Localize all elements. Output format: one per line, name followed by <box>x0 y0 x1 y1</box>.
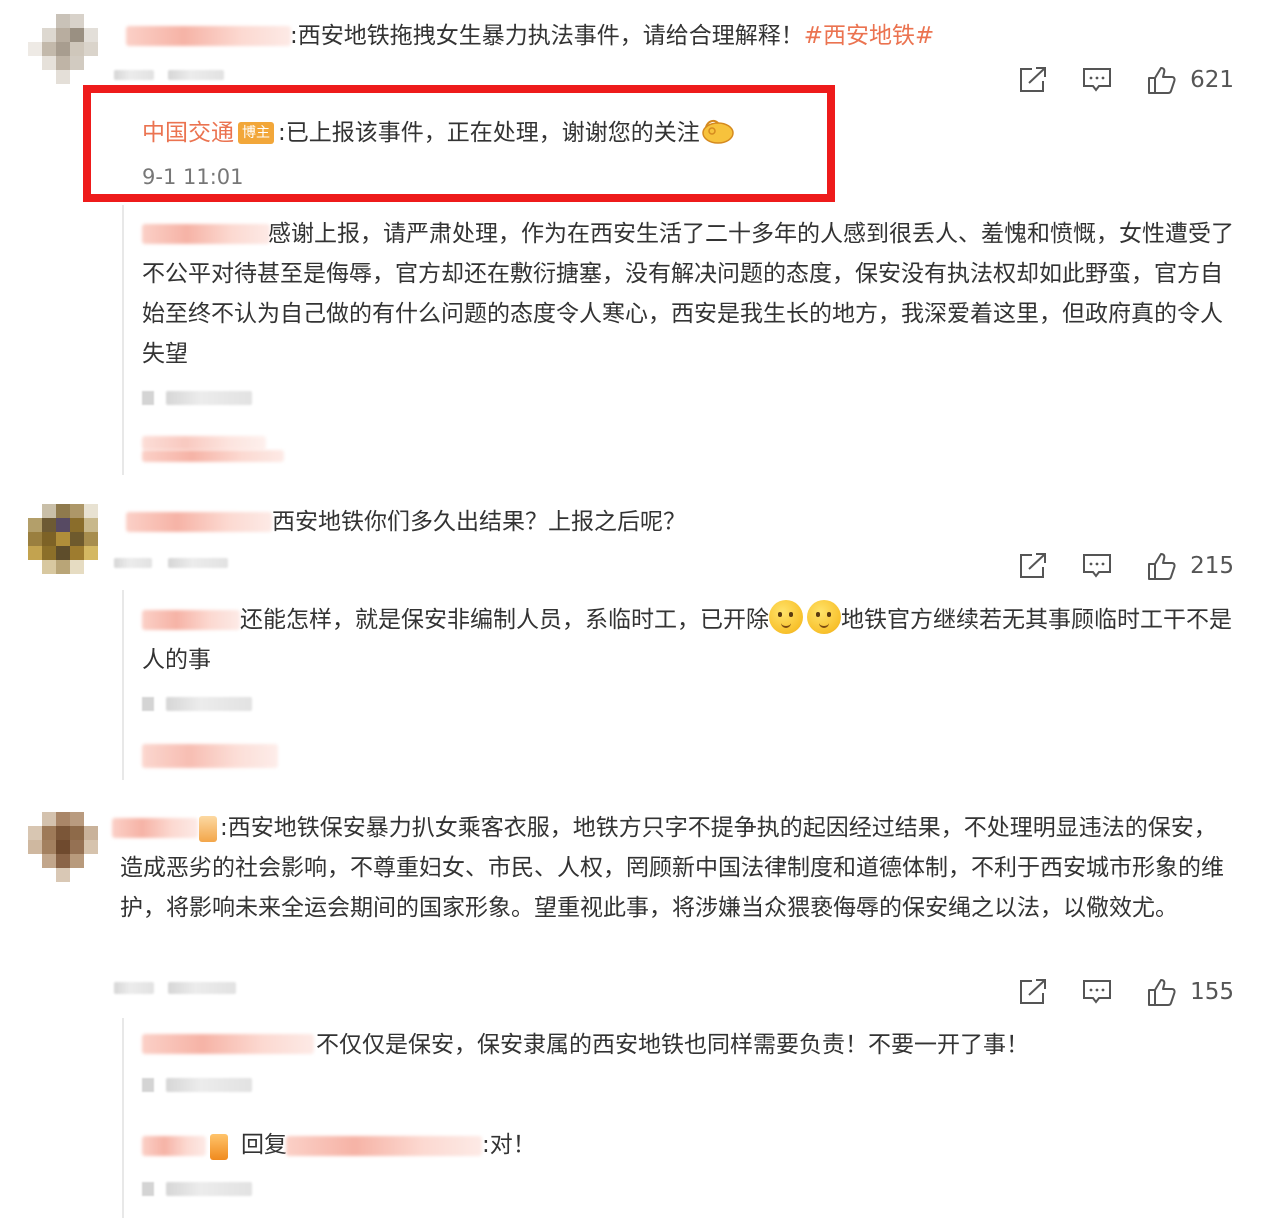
like-count: 215 <box>1190 553 1234 579</box>
comment-actions: 215 <box>1016 546 1234 586</box>
username-blurred[interactable] <box>142 450 284 462</box>
meta-blurred <box>142 1182 154 1196</box>
meta-blurred <box>168 982 236 994</box>
share-icon[interactable] <box>1016 550 1050 582</box>
meta-blurred <box>168 558 228 568</box>
reply-time: 9-1 11:01 <box>142 165 244 189</box>
username-blurred[interactable] <box>142 744 278 768</box>
avatar[interactable] <box>28 14 98 84</box>
comment-body: :西安地铁拖拽女生暴力执法事件，请给合理解释！ <box>290 23 804 49</box>
reply-prefix: 回复 <box>241 1132 287 1158</box>
meta-blurred <box>166 697 252 711</box>
thumbs-up-icon[interactable] <box>1144 64 1178 96</box>
username-blurred[interactable] <box>142 1136 206 1156</box>
comment-actions: 621 <box>1016 60 1234 100</box>
username-blurred[interactable] <box>126 26 291 46</box>
reply-thread-line <box>122 205 124 475</box>
official-reply: 中国交通 博主:已上报该事件，正在处理，谢谢您的关注 <box>142 113 736 153</box>
meta-blurred <box>142 1078 154 1092</box>
like-count: 155 <box>1190 979 1234 1005</box>
meta-blurred <box>166 391 252 405</box>
thinking-face-icon <box>807 600 841 634</box>
username-blurred[interactable] <box>142 436 266 450</box>
official-account-name[interactable]: 中国交通 <box>142 120 234 146</box>
share-icon[interactable] <box>1016 64 1050 96</box>
username-blurred[interactable] <box>126 512 272 532</box>
reply-thread-line <box>122 1018 124 1218</box>
hashtag-link[interactable]: #西安地铁# <box>804 23 935 49</box>
comment-text: :西安地铁保安暴力扒女乘客衣服，地铁方只字不提争执的起因经过结果，不处理明显违法… <box>120 815 1224 921</box>
reply-text: 感谢上报，请严肃处理，作为在西安生活了二十多年的人感到很丢人、羞愧和愤慨，女性遭… <box>142 221 1234 367</box>
meta-blurred <box>114 982 154 994</box>
meta-blurred <box>114 558 152 568</box>
meta-blurred <box>114 70 154 80</box>
avatar[interactable] <box>28 812 98 882</box>
thumbs-up-icon[interactable] <box>1144 550 1178 582</box>
thumbs-up-icon[interactable] <box>1144 976 1178 1008</box>
medal-icon <box>210 1134 228 1160</box>
meta-blurred <box>142 391 154 405</box>
username-blurred[interactable] <box>142 1034 314 1054</box>
reply-text: :对！ <box>482 1132 536 1158</box>
meta-blurred <box>166 1078 252 1092</box>
ok-hand-icon <box>700 117 736 145</box>
reply-text-part: 还能怎样，就是保安非编制人员，系临时工，已开除 <box>240 607 769 633</box>
thinking-face-icon <box>769 600 803 634</box>
comment-actions: 155 <box>1016 972 1234 1012</box>
comment-text: :西安地铁拖拽女生暴力执法事件，请给合理解释！#西安地铁# <box>290 16 934 56</box>
comment-icon[interactable] <box>1080 976 1114 1008</box>
reply-text: 不仅仅是保安，保安隶属的西安地铁也同样需要负责！不要一开了事！ <box>316 1032 1029 1058</box>
meta-blurred <box>168 70 224 80</box>
meta-blurred <box>142 697 154 711</box>
avatar[interactable] <box>28 504 98 574</box>
reply-text: :已上报该事件，正在处理，谢谢您的关注 <box>278 120 700 146</box>
author-badge: 博主 <box>238 122 274 144</box>
reply-text: 还能怎样，就是保安非编制人员，系临时工，已开除 地铁官方继续若无其事顾临时工干不是… <box>142 600 1238 680</box>
comment-text: 西安地铁你们多久出结果？上报之后呢？ <box>272 509 686 535</box>
comment-icon[interactable] <box>1080 550 1114 582</box>
share-icon[interactable] <box>1016 976 1050 1008</box>
username-blurred[interactable] <box>286 1136 482 1156</box>
comment-icon[interactable] <box>1080 64 1114 96</box>
reply-thread-line <box>122 590 124 780</box>
meta-blurred <box>166 1182 252 1196</box>
like-count: 621 <box>1190 67 1234 93</box>
